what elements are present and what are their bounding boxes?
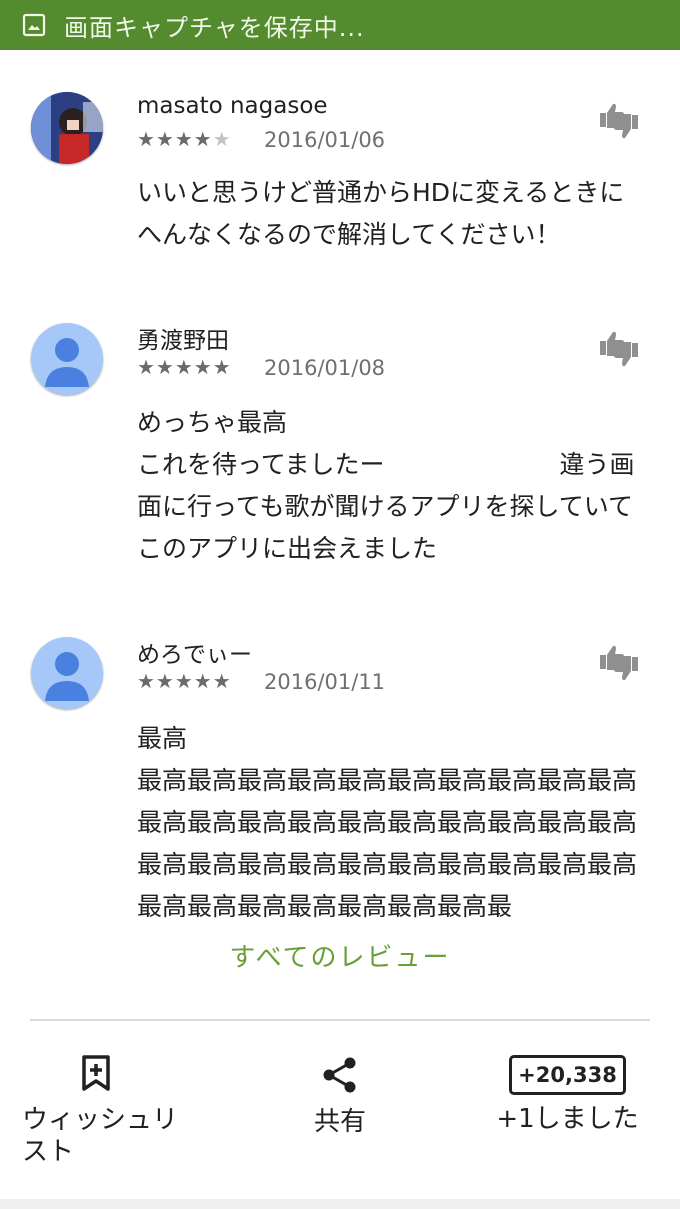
star-rating: ★★★★★: [137, 669, 232, 693]
status-text: 画面キャプチャを保存中...: [64, 13, 365, 42]
review-date: 2016/01/08: [264, 356, 386, 380]
review-author: masato nagasoe: [137, 93, 328, 119]
avatar[interactable]: [31, 92, 103, 164]
review-author: 勇渡野田: [137, 328, 229, 354]
thumbs-up-down-icon[interactable]: [597, 101, 641, 141]
wishlist-button[interactable]: ウィッシュリスト: [22, 1055, 192, 1168]
star-rating: ★★★★★: [137, 355, 232, 379]
person-icon: [45, 652, 89, 701]
image-icon: [22, 13, 46, 37]
star-rating: ★★★★★: [137, 127, 232, 151]
review-author: めろでぃー: [137, 642, 252, 668]
share-label: 共有: [313, 1107, 366, 1137]
share-icon: [323, 1057, 356, 1093]
plus-one-count: +20,338: [509, 1055, 626, 1095]
plus-one-label: +1しました: [496, 1104, 639, 1134]
bookmark-add-icon: [82, 1055, 110, 1091]
avatar[interactable]: [31, 637, 103, 709]
bottom-strip: [0, 1199, 680, 1209]
person-icon: [45, 338, 89, 387]
review-text: いいと思うけど普通からHDに変えるときにへんなくなるので解消してください！: [137, 178, 625, 249]
thumbs-up-down-icon[interactable]: [597, 329, 641, 369]
review-text: 最高 最高最高最高最高最高最高最高最高最高最高最高最高最高最高最高最高最高最高最…: [137, 724, 638, 921]
plus-one-button[interactable]: +20,338 +1しました: [490, 1055, 645, 1135]
review-date: 2016/01/06: [264, 128, 386, 152]
avatar-photo-image: [31, 92, 103, 164]
review-date: 2016/01/11: [264, 670, 386, 694]
all-reviews-link[interactable]: すべてのレビュー: [0, 937, 680, 974]
review-text: めっちゃ最高 これを待ってましたー 違う画面に行っても歌が聞けるアプリを探してい…: [137, 408, 635, 563]
share-button[interactable]: 共有: [290, 1055, 390, 1138]
status-bar: 画面キャプチャを保存中...: [0, 0, 680, 50]
divider: [30, 1019, 650, 1021]
thumbs-up-down-icon[interactable]: [597, 643, 641, 683]
avatar[interactable]: [31, 323, 103, 395]
wishlist-label: ウィッシュリスト: [22, 1105, 179, 1167]
